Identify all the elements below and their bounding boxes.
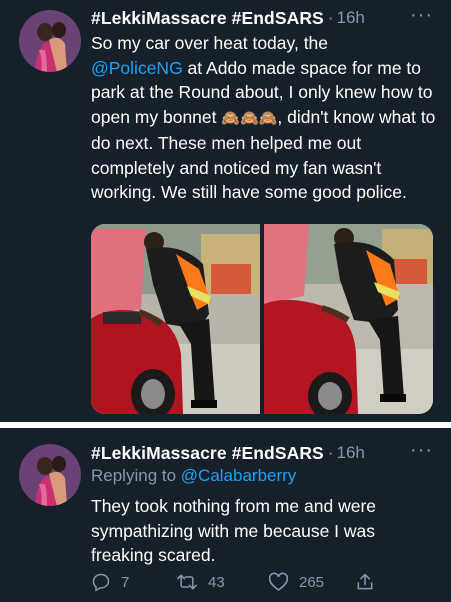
- action-bar: 7 43 265: [91, 568, 391, 596]
- mention-link[interactable]: @PoliceNG: [91, 58, 183, 78]
- retweet-button[interactable]: 43: [176, 572, 225, 592]
- timestamp[interactable]: 16h: [337, 8, 365, 28]
- monkey-emoji-icon: 🙈🙈🙈: [221, 109, 278, 127]
- reply-count: 7: [121, 573, 130, 591]
- heart-icon: [268, 572, 289, 592]
- separator-dot: ·: [327, 443, 334, 462]
- media-gallery[interactable]: [91, 224, 433, 414]
- tweet-text: So my car over heat today, the @PoliceNG …: [91, 31, 436, 205]
- reply-button[interactable]: 7: [91, 572, 129, 592]
- retweet-icon: [176, 572, 198, 592]
- share-icon: [355, 572, 375, 592]
- tweet-main[interactable]: #LekkiMassacre #EndSARS · 16h ··· So my …: [0, 0, 451, 422]
- retweet-count: 43: [208, 573, 225, 591]
- more-options-icon[interactable]: ···: [410, 5, 433, 25]
- author-name[interactable]: #LekkiMassacre #EndSARS: [91, 443, 324, 464]
- tweet-text-part1: So my car over heat today, the: [91, 33, 329, 53]
- more-options-icon[interactable]: ···: [410, 440, 433, 460]
- avatar[interactable]: [19, 444, 81, 506]
- tweet-reply[interactable]: #LekkiMassacre #EndSARS · 16h ··· Replyi…: [0, 428, 451, 602]
- media-photo[interactable]: [264, 224, 433, 414]
- like-count: 265: [299, 573, 325, 591]
- replying-label: Replying to: [91, 466, 181, 485]
- like-button[interactable]: 265: [268, 572, 324, 592]
- reply-icon: [91, 572, 111, 592]
- share-button[interactable]: [355, 572, 375, 592]
- media-photo[interactable]: [91, 224, 260, 414]
- separator-dot: ·: [327, 8, 334, 27]
- timestamp[interactable]: 16h: [337, 443, 365, 463]
- replying-mention-link[interactable]: @Calabarberry: [181, 466, 297, 485]
- tweet-header: #LekkiMassacre #EndSARS · 16h ···: [91, 440, 441, 466]
- tweet-header: #LekkiMassacre #EndSARS · 16h ···: [91, 5, 441, 31]
- tweet-text: They took nothing from me and were sympa…: [91, 496, 377, 565]
- replying-to: Replying to @Calabarberry: [91, 466, 296, 486]
- avatar[interactable]: [19, 10, 81, 72]
- author-name[interactable]: #LekkiMassacre #EndSARS: [91, 8, 324, 29]
